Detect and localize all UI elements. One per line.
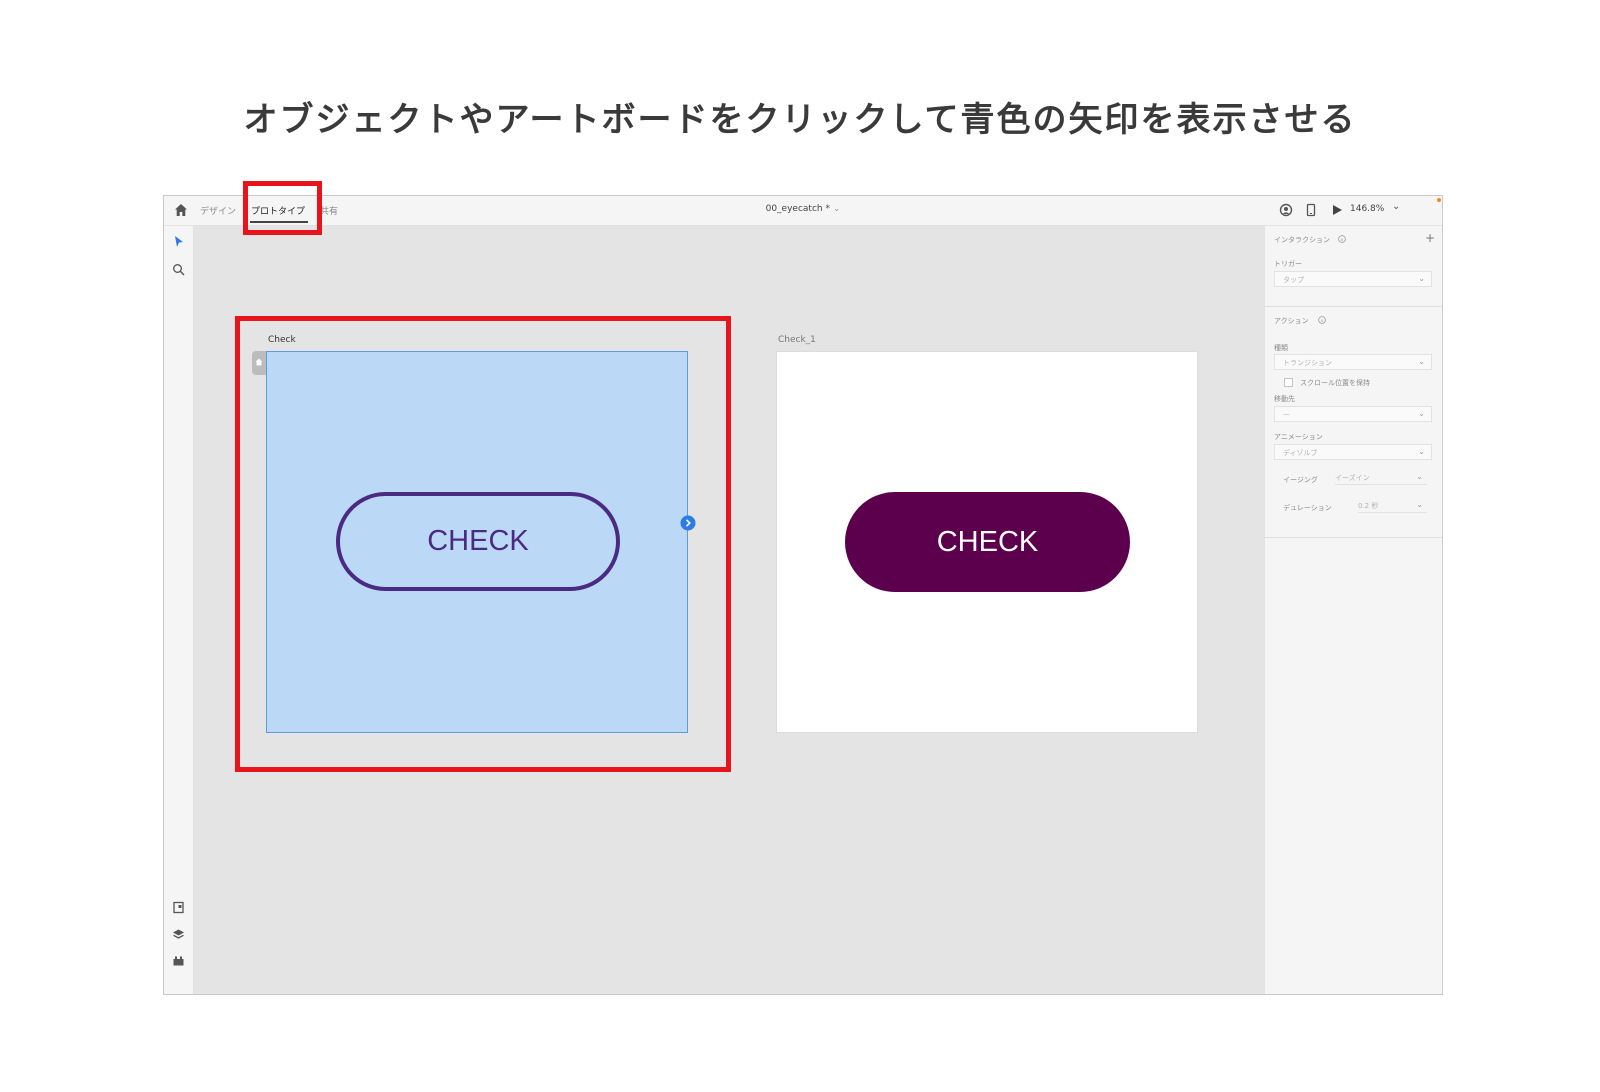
trigger-select[interactable]: タップ ⌄ bbox=[1274, 271, 1432, 287]
easing-select[interactable]: イーズイン ⌄ bbox=[1335, 471, 1427, 485]
duration-label: デュレーション bbox=[1283, 504, 1332, 512]
top-toolbar: デザイン プロトタイプ 共有 00_eyecatch * ⌄ 146.8% ⌄ bbox=[164, 196, 1442, 226]
action-title: アクション bbox=[1274, 317, 1309, 325]
easing-label: イージング bbox=[1283, 476, 1318, 484]
coediting-icon[interactable] bbox=[1279, 203, 1293, 217]
notification-dot bbox=[1437, 198, 1441, 202]
document-title[interactable]: 00_eyecatch * ⌄ bbox=[164, 204, 1442, 214]
layers-icon[interactable] bbox=[172, 928, 185, 941]
filled-check-button[interactable]: CHECK bbox=[845, 492, 1130, 592]
interaction-title: インタラクション bbox=[1274, 236, 1330, 244]
interaction-section: インタラクション + トリガー タップ ⌄ bbox=[1265, 226, 1442, 307]
animation-label: アニメーション bbox=[1274, 433, 1323, 441]
chevron-down-icon[interactable]: ⌄ bbox=[1392, 201, 1400, 212]
assets-icon[interactable] bbox=[172, 901, 185, 914]
highlight-prototype-tab bbox=[243, 181, 322, 235]
chevron-down-icon: ⌄ bbox=[1416, 472, 1423, 481]
info-icon[interactable] bbox=[1318, 316, 1326, 324]
animation-select[interactable]: ディゾルブ ⌄ bbox=[1274, 444, 1432, 460]
chevron-down-icon: ⌄ bbox=[1418, 274, 1425, 283]
page-heading: オブジェクトやアートボードをクリックして青色の矢印を表示させる bbox=[243, 100, 1357, 140]
info-icon[interactable] bbox=[1338, 235, 1346, 243]
plugins-icon[interactable] bbox=[172, 954, 185, 967]
duration-select[interactable]: 0.2 秒 ⌄ bbox=[1358, 499, 1427, 513]
highlight-artboard bbox=[235, 316, 731, 772]
search-icon[interactable] bbox=[172, 263, 185, 276]
artboard-label-check-1[interactable]: Check_1 bbox=[778, 335, 816, 345]
property-inspector: インタラクション + トリガー タップ ⌄ アクション 種類 トランジション ⌄ bbox=[1264, 226, 1442, 994]
destination-label: 移動先 bbox=[1274, 395, 1295, 403]
chevron-down-icon: ⌄ bbox=[832, 204, 841, 214]
add-interaction-button[interactable]: + bbox=[1425, 231, 1435, 245]
select-arrow-icon[interactable] bbox=[172, 235, 185, 248]
chevron-down-icon: ⌄ bbox=[1416, 500, 1423, 509]
left-toolbar bbox=[164, 226, 194, 994]
device-icon[interactable] bbox=[1304, 203, 1318, 217]
chevron-down-icon: ⌄ bbox=[1418, 409, 1425, 418]
chevron-down-icon: ⌄ bbox=[1418, 357, 1425, 366]
destination-select[interactable]: — ⌄ bbox=[1274, 406, 1432, 422]
keep-scroll-label: スクロール位置を保持 bbox=[1300, 379, 1370, 387]
trigger-label: トリガー bbox=[1274, 260, 1302, 268]
keep-scroll-checkbox[interactable] bbox=[1284, 378, 1293, 387]
play-icon[interactable] bbox=[1330, 203, 1344, 217]
chevron-down-icon: ⌄ bbox=[1418, 447, 1425, 456]
type-select[interactable]: トランジション ⌄ bbox=[1274, 354, 1432, 370]
artboard-check-1[interactable]: CHECK bbox=[776, 351, 1198, 733]
type-label: 種類 bbox=[1274, 344, 1288, 352]
zoom-level[interactable]: 146.8% bbox=[1350, 204, 1384, 214]
action-section: アクション 種類 トランジション ⌄ スクロール位置を保持 移動先 — ⌄ アニ… bbox=[1265, 307, 1442, 538]
